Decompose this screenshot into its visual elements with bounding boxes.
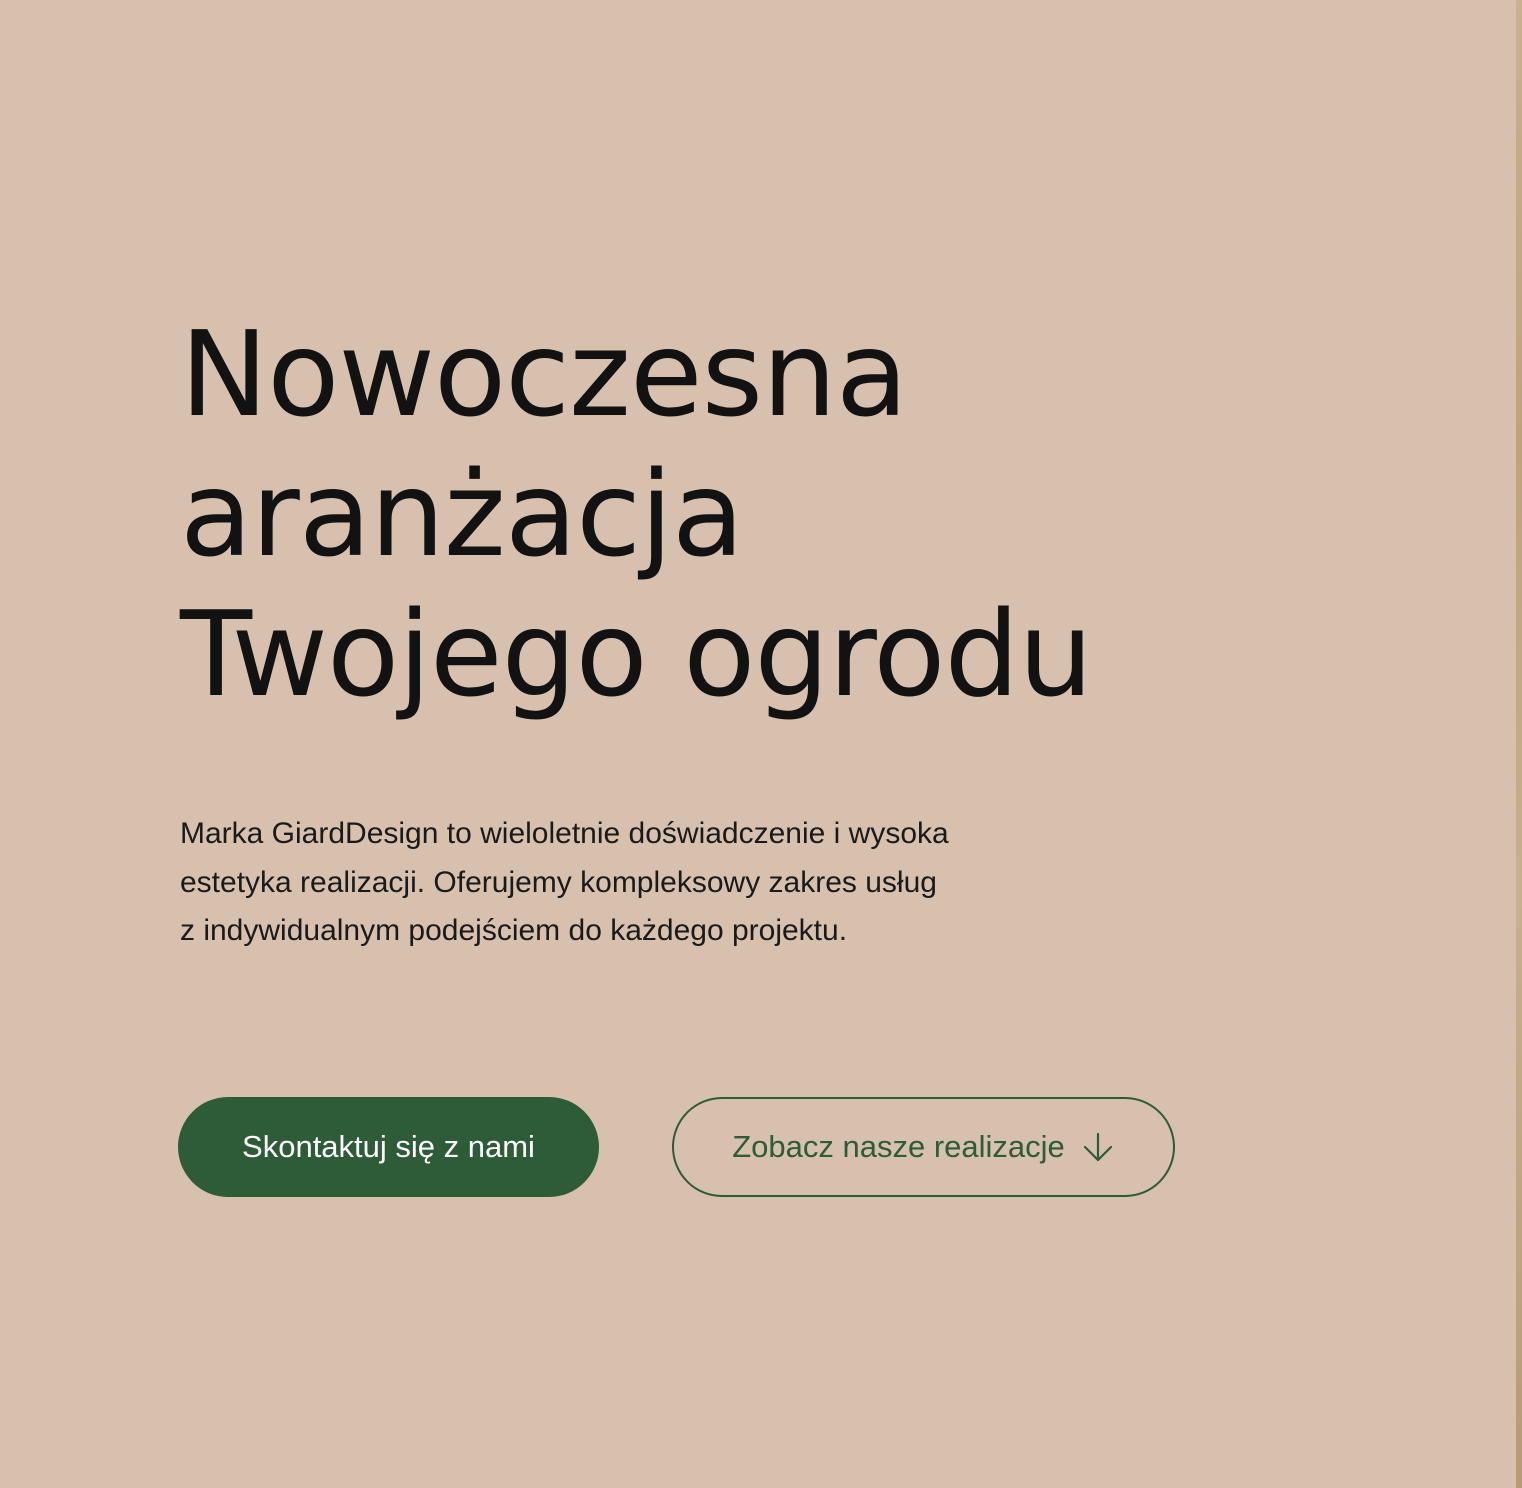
hero-heading-line: Nowoczesna xyxy=(180,305,908,443)
arrow-down-icon xyxy=(1083,1132,1112,1162)
see-projects-button-label: Zobacz nasze realizacje xyxy=(732,1129,1065,1164)
background-image-edge xyxy=(1516,0,1522,1488)
hero-heading-line: aranżacja xyxy=(180,445,744,583)
hero-heading-line: Twojego ogrodu xyxy=(180,585,1093,723)
hero-heading: Nowoczesna aranżacja Twojego ogrodu xyxy=(180,304,1093,724)
see-projects-button[interactable]: Zobacz nasze realizacje xyxy=(672,1097,1175,1197)
contact-button[interactable]: Skontaktuj się z nami xyxy=(178,1097,599,1197)
hero-description-line: z indywidualnym podejściem do każdego pr… xyxy=(180,914,848,947)
hero-description: Marka GiardDesign to wieloletnie doświad… xyxy=(180,810,949,956)
hero-description-line: Marka GiardDesign to wieloletnie doświad… xyxy=(180,817,949,850)
contact-button-label: Skontaktuj się z nami xyxy=(242,1129,535,1164)
hero-section: Nowoczesna aranżacja Twojego ogrodu Mark… xyxy=(0,0,1522,1488)
hero-description-line: estetyka realizacji. Oferujemy komplekso… xyxy=(180,865,937,899)
